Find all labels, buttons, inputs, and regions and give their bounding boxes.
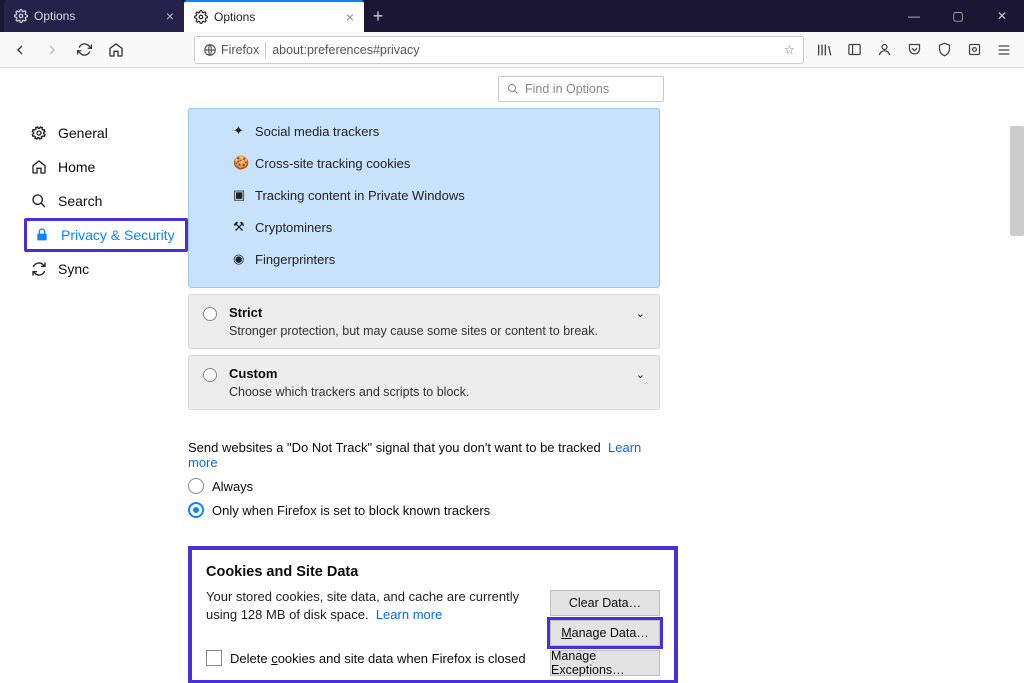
dnt-always-row[interactable]: Always (188, 478, 660, 494)
close-icon[interactable]: × (346, 9, 354, 25)
tab-label: Options (34, 9, 75, 23)
radio-icon[interactable] (203, 307, 217, 321)
tab-label: Options (214, 10, 255, 24)
option-title: Strict (229, 305, 645, 320)
protection-item: ✦Social media trackers (233, 115, 659, 147)
sidebar-item-home[interactable]: Home (24, 150, 188, 184)
identity-box[interactable]: Firefox (203, 43, 259, 57)
tabs-row: Options × Options × + (0, 0, 392, 32)
standard-protection-box: ✦Social media trackers 🍪Cross-site track… (188, 108, 660, 288)
social-icon: ✦ (233, 123, 247, 139)
protection-item: 🍪Cross-site tracking cookies (233, 147, 659, 179)
manage-exceptions-button[interactable]: Manage Exceptions… (550, 650, 660, 676)
tab-options-active[interactable]: Options × (184, 0, 364, 32)
nav-toolbar: Firefox about:preferences#privacy ☆ (0, 32, 1024, 68)
protection-item: ◉Fingerprinters (233, 243, 659, 275)
cookies-section: Cookies and Site Data Your stored cookie… (188, 546, 678, 683)
protection-item: ⚒Cryptominers (233, 211, 659, 243)
gear-icon (30, 124, 48, 142)
close-icon[interactable]: × (166, 8, 174, 24)
dnt-text: Send websites a "Do Not Track" signal th… (188, 440, 601, 455)
dnt-onlywhen-row[interactable]: Only when Firefox is set to block known … (188, 502, 660, 518)
fingerprint-icon: ◉ (233, 251, 247, 267)
shield-icon[interactable] (930, 36, 958, 64)
search-icon (30, 192, 48, 210)
sidebar-item-sync[interactable]: Sync (24, 252, 188, 286)
menu-icon[interactable] (990, 36, 1018, 64)
chevron-down-icon[interactable]: ⌄ (636, 368, 645, 381)
sidebar-item-search[interactable]: Search (24, 184, 188, 218)
sidebar-item-label: Home (58, 159, 95, 175)
tab-options-inactive[interactable]: Options × (4, 0, 184, 32)
lock-icon (33, 226, 51, 244)
protection-item: ▣Tracking content in Private Windows (233, 179, 659, 211)
learn-more-link[interactable]: Learn more (376, 607, 442, 622)
dnt-option-label: Always (212, 479, 253, 494)
sidebar-item-general[interactable]: General (24, 116, 188, 150)
option-desc: Choose which trackers and scripts to blo… (229, 385, 645, 399)
cookies-desc: Your stored cookies, site data, and cach… (206, 588, 546, 624)
divider (265, 42, 266, 58)
sidebar-icon[interactable] (840, 36, 868, 64)
cookies-heading: Cookies and Site Data (206, 564, 660, 580)
gear-icon (14, 9, 28, 23)
radio-icon[interactable] (203, 368, 217, 382)
radio-icon[interactable] (188, 502, 204, 518)
sync-icon (30, 260, 48, 278)
pocket-icon[interactable] (900, 36, 928, 64)
account-icon[interactable] (870, 36, 898, 64)
checkbox-icon[interactable] (206, 650, 222, 666)
titlebar: Options × Options × + — ▢ ✕ (0, 0, 1024, 32)
sidebar-item-label: General (58, 125, 108, 141)
gear-icon (194, 10, 208, 24)
tracking-icon: ▣ (233, 187, 247, 203)
crypto-icon: ⚒ (233, 219, 247, 235)
cookie-icon: 🍪 (233, 155, 247, 171)
dnt-option-label: Only when Firefox is set to block known … (212, 503, 490, 518)
sidebar-item-label: Privacy & Security (61, 227, 175, 243)
library-icon[interactable] (810, 36, 838, 64)
content-area: Find in Options General Home Search Priv… (0, 68, 1024, 683)
home-button[interactable] (102, 36, 130, 64)
maximize-button[interactable]: ▢ (936, 0, 980, 32)
clear-data-button[interactable]: Clear Data… (550, 590, 660, 616)
chevron-down-icon[interactable]: ⌄ (636, 307, 645, 320)
option-desc: Stronger protection, but may cause some … (229, 324, 645, 338)
forward-button[interactable] (38, 36, 66, 64)
manage-data-button[interactable]: Manage Data… (550, 620, 660, 646)
back-button[interactable] (6, 36, 34, 64)
identity-label: Firefox (221, 43, 259, 57)
strict-option[interactable]: ⌄ Strict Stronger protection, but may ca… (188, 294, 660, 349)
bookmark-star-icon[interactable]: ☆ (784, 42, 795, 57)
close-window-button[interactable]: ✕ (980, 0, 1024, 32)
new-tab-button[interactable]: + (364, 0, 392, 32)
option-title: Custom (229, 366, 645, 381)
url-bar[interactable]: Firefox about:preferences#privacy ☆ (194, 36, 804, 64)
radio-icon[interactable] (188, 478, 204, 494)
minimize-button[interactable]: — (892, 0, 936, 32)
extensions-icon[interactable] (960, 36, 988, 64)
reload-button[interactable] (70, 36, 98, 64)
home-icon (30, 158, 48, 176)
main-panel: ✦Social media trackers 🍪Cross-site track… (188, 68, 1024, 683)
window-controls: — ▢ ✕ (892, 0, 1024, 32)
sidebar-item-privacy[interactable]: Privacy & Security (24, 218, 188, 252)
preferences-sidebar: General Home Search Privacy & Security S… (0, 68, 188, 683)
url-text: about:preferences#privacy (272, 43, 419, 57)
sidebar-item-label: Search (58, 193, 102, 209)
sidebar-item-label: Sync (58, 261, 89, 277)
custom-option[interactable]: ⌄ Custom Choose which trackers and scrip… (188, 355, 660, 410)
do-not-track-section: Send websites a "Do Not Track" signal th… (188, 440, 660, 518)
